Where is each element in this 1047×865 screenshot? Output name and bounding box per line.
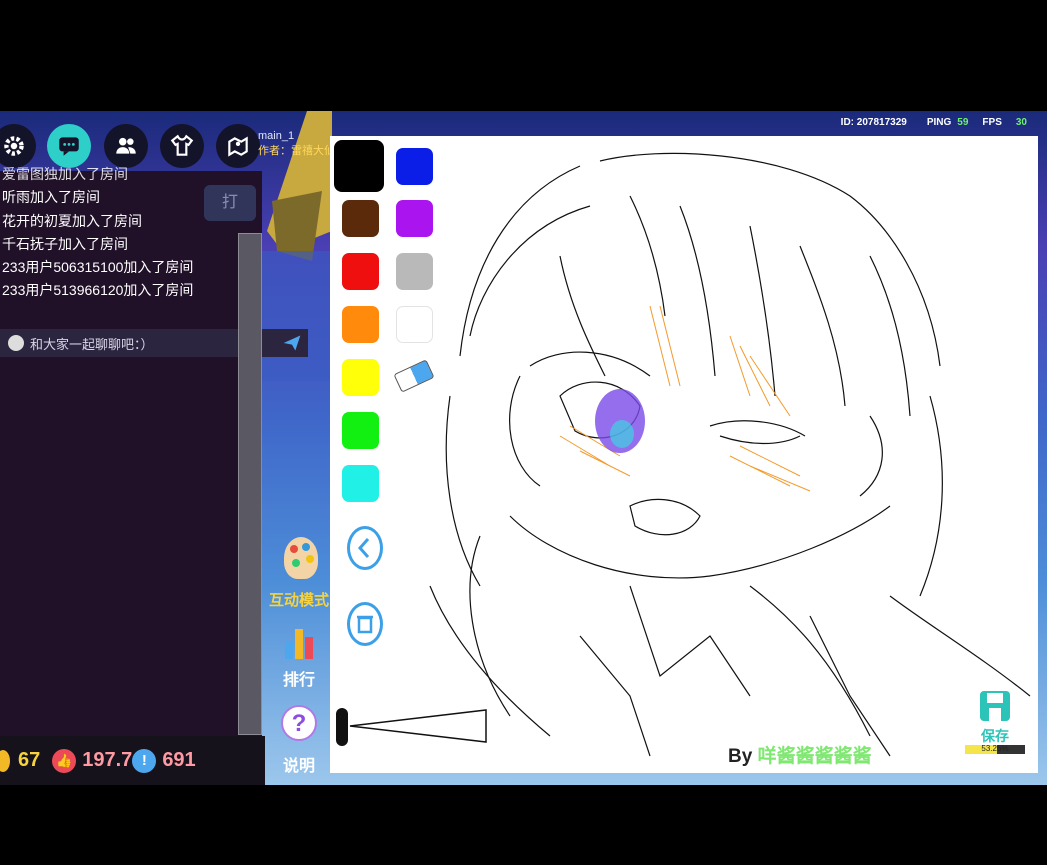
alert-count: 691 xyxy=(162,749,196,771)
trash-clear-icon[interactable] xyxy=(347,602,383,646)
open-button[interactable]: 打 xyxy=(204,185,256,221)
color-swatch-yellow[interactable] xyxy=(342,359,379,396)
ranking-bar-icon xyxy=(285,629,313,659)
chat-message: 爱雷图独加入了房间 xyxy=(2,166,128,182)
chat-message: 233用户506315100加入了房间 xyxy=(2,259,194,276)
color-swatch-red[interactable] xyxy=(342,253,379,290)
room-id: ID: 207817329 xyxy=(840,117,907,128)
save-button[interactable]: 保存 xyxy=(978,689,1012,746)
fps-label: FPS xyxy=(982,117,1002,128)
coin-icon xyxy=(0,749,10,772)
chat-message: 233用户513966120加入了房间 xyxy=(2,282,194,299)
color-swatch-cyan[interactable] xyxy=(342,465,379,502)
like-thumb-icon: 👍 xyxy=(52,748,77,773)
save-progress-bar: 53.26% xyxy=(965,744,1025,754)
like-count: 197.7 xyxy=(82,749,133,771)
room-name: main_1 xyxy=(258,130,295,142)
settings-gear-icon[interactable] xyxy=(0,124,36,168)
chat-scrollbar[interactable] xyxy=(238,233,262,735)
help-label: 说明 xyxy=(282,758,315,775)
interactive-mode-button[interactable]: 互动模式 xyxy=(266,589,332,610)
color-swatch-brown[interactable] xyxy=(342,200,379,237)
fps-value: 30 xyxy=(1015,117,1027,128)
color-swatch-black[interactable] xyxy=(334,140,384,192)
save-progress-text: 53.26% xyxy=(981,744,1009,753)
chat-panel: 爱雷图独加入了房间 听雨加入了房间 花开的初夏加入了房间 千石抚子加入了房间 2… xyxy=(0,166,308,785)
ranking-button[interactable]: 排行 xyxy=(266,625,332,690)
color-swatch-purple[interactable] xyxy=(396,200,433,237)
save-floppy-icon xyxy=(980,691,1010,721)
network-stats: ID: 207817329 PING 59 FPS 30 xyxy=(841,117,1027,128)
chat-message: 听雨加入了房间 xyxy=(2,189,100,206)
svg-text:?: ? xyxy=(292,710,307,737)
chat-bubble-icon[interactable] xyxy=(47,124,91,168)
chat-message-list: 爱雷图独加入了房间 听雨加入了房间 花开的初夏加入了房间 千石抚子加入了房间 2… xyxy=(2,166,194,303)
map-location-icon[interactable] xyxy=(216,124,260,168)
player-stats-bar: 67 👍 197.7 ! 691 xyxy=(0,736,265,785)
interactive-mode-label: 互动模式 xyxy=(268,592,329,609)
help-button[interactable]: ? 说明 xyxy=(266,703,332,776)
color-swatch-orange[interactable] xyxy=(342,306,379,343)
send-icon[interactable] xyxy=(282,333,302,353)
palette-icon[interactable] xyxy=(284,537,318,579)
brush-size-slider[interactable] xyxy=(334,706,494,751)
chat-message: 花开的初夏加入了房间 xyxy=(2,212,142,229)
smiley-icon[interactable] xyxy=(8,335,24,351)
room-info: main_1 作者：雷禧大仙 xyxy=(258,129,335,159)
room-author: 作者：雷禧大仙 xyxy=(258,145,335,157)
eraser-icon[interactable] xyxy=(393,359,435,393)
color-swatch-white[interactable] xyxy=(396,306,433,343)
ping-label: PING xyxy=(926,117,952,128)
help-question-icon: ? xyxy=(281,705,317,741)
color-swatch-blue[interactable] xyxy=(396,148,433,185)
friends-icon[interactable] xyxy=(104,124,148,168)
coin-count: 67 xyxy=(18,749,41,771)
undo-back-icon[interactable] xyxy=(347,526,383,570)
byline-prefix: By xyxy=(728,746,758,767)
color-swatch-gray[interactable] xyxy=(396,253,433,290)
chat-input-placeholder: 和大家一起聊聊吧：） xyxy=(30,336,154,352)
byline-name: 咩酱酱酱酱酱 xyxy=(757,746,872,767)
author-byline: By 咩酱酱酱酱酱 xyxy=(728,741,872,768)
color-toolbar xyxy=(330,136,445,773)
ping-value: 59 xyxy=(957,117,969,128)
color-swatch-green[interactable] xyxy=(342,412,379,449)
save-label: 保存 xyxy=(981,728,1009,744)
chat-message: 千石抚子加入了房间 xyxy=(2,235,128,252)
game-screen: main_1 作者：雷禧大仙 ID: 207817329 PING 59 FPS… xyxy=(0,111,1047,785)
wardrobe-shirt-icon[interactable] xyxy=(160,124,204,168)
ranking-label: 排行 xyxy=(282,672,315,689)
alert-icon: ! xyxy=(132,748,157,773)
